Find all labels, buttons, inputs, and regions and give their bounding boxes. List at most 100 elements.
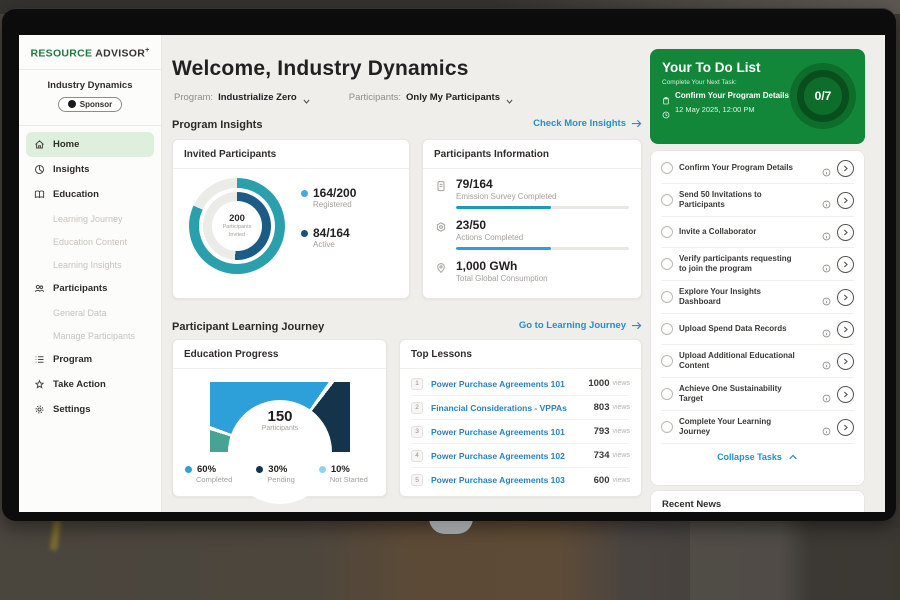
task-checkbox[interactable] (661, 421, 673, 433)
task-go-button[interactable] (837, 192, 854, 209)
sidebar-item-label: Education (53, 189, 99, 200)
task-checkbox[interactable] (661, 226, 673, 238)
top-lessons-card: Top Lessons 1 Power Purchase Agreements … (399, 339, 642, 497)
sidebar-item-label: Take Action (53, 379, 106, 390)
participants-icon (34, 283, 45, 294)
task-row: Explore Your Insights Dashboard (661, 281, 854, 314)
program-filter-label: Program: (174, 92, 213, 103)
actions-icon (435, 221, 447, 233)
program-insights-heading: Program Insights (172, 119, 262, 131)
sidebar-item-home[interactable]: Home (26, 132, 154, 157)
clipboard-icon (662, 92, 670, 100)
task-row: Achieve One Sustainability Target (661, 378, 854, 411)
info-icon[interactable] (822, 325, 831, 334)
gauge-legend: 60% Completed 30% Pending 10% Not Starte… (185, 464, 368, 484)
lesson-rank: 2 (411, 402, 423, 414)
task-checkbox[interactable] (661, 388, 673, 400)
task-checkbox[interactable] (661, 258, 673, 270)
lesson-link[interactable]: Power Purchase Agreements 101 (431, 379, 588, 389)
info-icon[interactable] (822, 357, 831, 366)
lesson-link[interactable]: Financial Considerations - VPPAs (431, 403, 594, 413)
sidebar-item-participants[interactable]: Participants (26, 276, 154, 301)
task-checkbox[interactable] (661, 162, 673, 174)
survey-icon (435, 180, 447, 192)
task-label: Achieve One Sustainability Target (679, 384, 801, 404)
sidebar-item-program[interactable]: Program (26, 347, 154, 372)
info-icon[interactable] (822, 423, 831, 432)
sidebar-item-label: Manage Participants (53, 331, 135, 341)
todo-next-task: Confirm Your Program Details (675, 91, 789, 100)
task-label: Confirm Your Program Details (679, 163, 793, 173)
collapse-tasks-link[interactable]: Collapse Tasks (661, 444, 854, 466)
task-go-button[interactable] (837, 419, 854, 436)
lesson-rank: 3 (411, 426, 423, 438)
stat-actions: 23/50 Actions Completed (435, 218, 629, 250)
task-go-button[interactable] (837, 353, 854, 370)
logo-plus: + (145, 47, 149, 54)
recent-news-card: Recent News (650, 490, 865, 512)
sidebar-item-settings[interactable]: Settings (26, 397, 154, 422)
task-label: Verify participants requesting to join t… (679, 254, 801, 274)
task-go-button[interactable] (837, 256, 854, 273)
lesson-row: 2 Financial Considerations - VPPAs 803vi… (411, 396, 630, 420)
go-to-learning-journey-label: Go to Learning Journey (519, 320, 626, 331)
education-progress-card: Education Progress 150 Participants 60% … (172, 339, 387, 497)
sidebar-item-general-data[interactable]: General Data (26, 301, 154, 324)
sidebar-item-label: Education Content (53, 237, 127, 247)
lesson-link[interactable]: Power Purchase Agreements 102 (431, 451, 594, 461)
donut-center-label: Participants (223, 224, 252, 231)
sidebar-item-education[interactable]: Education (26, 182, 154, 207)
logo-secondary: ADVISOR (95, 48, 145, 60)
info-icon[interactable] (822, 164, 831, 173)
go-to-learning-journey-link[interactable]: Go to Learning Journey (519, 320, 642, 331)
org-block: Industry Dynamics Sponsor (19, 70, 161, 127)
task-checkbox[interactable] (661, 291, 673, 303)
participants-filter[interactable]: Participants: Only My Participants (349, 92, 514, 103)
registered-dot (301, 190, 308, 197)
sidebar-item-take-action[interactable]: Take Action (26, 372, 154, 397)
top-lessons-list: 1 Power Purchase Agreements 101 1000view… (400, 369, 641, 495)
sidebar: RESOURCE ADVISOR+ Industry Dynamics Spon… (19, 35, 162, 512)
task-checkbox[interactable] (661, 355, 673, 367)
task-label: Complete Your Learning Journey (679, 417, 801, 437)
lesson-row: 5 Power Purchase Agreements 103 600views (411, 468, 630, 492)
task-go-button[interactable] (837, 160, 854, 177)
sidebar-item-education-content[interactable]: Education Content (26, 230, 154, 253)
sidebar-item-manage-participants[interactable]: Manage Participants (26, 324, 154, 347)
task-go-button[interactable] (837, 321, 854, 338)
sidebar-item-label: Learning Journey (53, 214, 123, 224)
gauge-center-label: Participants (210, 425, 350, 432)
task-go-button[interactable] (837, 386, 854, 403)
insights-icon (34, 164, 45, 175)
info-icon[interactable] (822, 196, 831, 205)
sidebar-item-insights[interactable]: Insights (26, 157, 154, 182)
sidebar-item-learning-insights[interactable]: Learning Insights (26, 253, 154, 276)
info-icon[interactable] (822, 260, 831, 269)
info-icon[interactable] (822, 390, 831, 399)
task-checkbox[interactable] (661, 194, 673, 206)
completed-dot (185, 466, 192, 473)
program-filter[interactable]: Program: Industrialize Zero (174, 92, 311, 103)
sidebar-nav: Home Insights Education Learning Journey… (19, 126, 161, 428)
info-icon[interactable] (822, 228, 831, 237)
check-more-insights-link[interactable]: Check More Insights (533, 118, 642, 129)
task-go-button[interactable] (837, 289, 854, 306)
location-icon (435, 262, 447, 274)
lesson-link[interactable]: Power Purchase Agreements 101 (431, 427, 594, 437)
sidebar-item-learning-journey[interactable]: Learning Journey (26, 207, 154, 230)
legend-pending: 30% Pending (256, 464, 295, 484)
stat-emission-survey: 79/164 Emission Survey Completed (435, 177, 629, 209)
task-checkbox[interactable] (661, 323, 673, 335)
task-go-button[interactable] (837, 224, 854, 241)
page-title: Welcome, Industry Dynamics (172, 57, 469, 81)
info-icon[interactable] (822, 293, 831, 302)
app-logo: RESOURCE ADVISOR+ (19, 35, 161, 70)
org-name: Industry Dynamics (27, 80, 153, 91)
lesson-link[interactable]: Power Purchase Agreements 103 (431, 475, 594, 485)
task-label: Invite a Collaborator (679, 227, 756, 237)
education-progress-gauge: 150 Participants (210, 382, 350, 452)
sponsor-badge[interactable]: Sponsor (58, 97, 122, 112)
legend-active: 84/164 Active (301, 226, 356, 249)
todo-datetime: 12 May 2025, 12:00 PM (675, 105, 755, 114)
lesson-rank: 5 (411, 474, 423, 486)
